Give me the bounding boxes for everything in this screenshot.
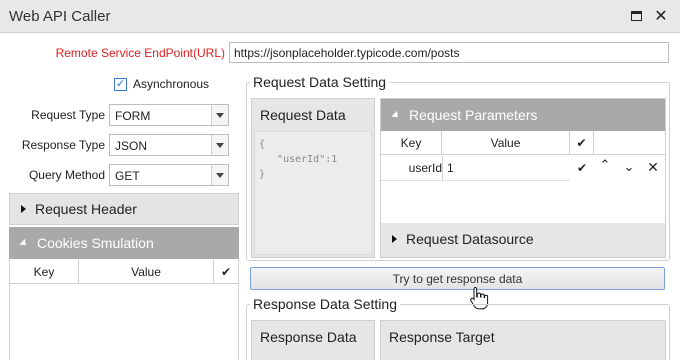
- param-key: userId: [408, 161, 442, 175]
- expand-icon: [21, 205, 26, 213]
- move-down-icon[interactable]: ⌄: [622, 159, 636, 174]
- collapse-icon: [391, 110, 401, 120]
- request-datasource-panel[interactable]: Request Datasource: [381, 223, 665, 255]
- endpoint-label: Remote Service EndPoint(URL): [55, 46, 225, 60]
- response-target-title: Response Target: [389, 329, 495, 345]
- chevron-down-icon[interactable]: [211, 135, 228, 155]
- confirm-icon[interactable]: ✔: [575, 161, 589, 175]
- query-method-label: Query Method: [28, 168, 105, 182]
- response-data-setting-title: Response Data Setting: [250, 296, 400, 312]
- move-up-icon[interactable]: ⌃: [598, 157, 612, 172]
- response-type-value: JSON: [115, 139, 148, 153]
- endpoint-url-input[interactable]: [229, 42, 669, 63]
- request-data-editor[interactable]: { "userId":1 }: [254, 131, 372, 255]
- request-type-label: Request Type: [31, 108, 105, 122]
- request-parameters-header[interactable]: Request Parameters: [381, 99, 665, 131]
- maximize-button[interactable]: [627, 7, 645, 25]
- param-value[interactable]: 1: [442, 156, 570, 180]
- response-target-panel: Response Target: [380, 320, 666, 360]
- response-data-panel: Response Data: [251, 320, 375, 360]
- column-key: Key: [381, 131, 442, 155]
- header-spacer: [594, 131, 665, 155]
- confirm-icon[interactable]: ✔: [570, 131, 594, 155]
- window-title: Web API Caller: [9, 8, 111, 25]
- request-parameters-title: Request Parameters: [409, 107, 538, 123]
- async-checkbox[interactable]: ✓: [114, 77, 127, 91]
- close-button[interactable]: ✕: [652, 7, 670, 25]
- async-option[interactable]: ✓ Asynchronous: [114, 77, 209, 91]
- request-header-title: Request Header: [35, 201, 137, 217]
- close-icon: ✕: [654, 8, 668, 25]
- expand-icon: [392, 235, 397, 243]
- cookies-panel[interactable]: Cookies Smulation: [9, 227, 239, 259]
- collapse-icon: [19, 238, 29, 248]
- delete-icon[interactable]: ✕: [646, 159, 660, 175]
- async-label: Asynchronous: [133, 77, 210, 91]
- cookies-title: Cookies Smulation: [37, 235, 154, 251]
- query-method-row: Query Method GET: [0, 164, 240, 186]
- column-value: Value: [79, 260, 214, 284]
- checkmark-icon: ✓: [115, 77, 126, 90]
- parameters-grid-header: Key Value ✔: [381, 131, 665, 155]
- request-data-setting-title: Request Data Setting: [250, 74, 390, 90]
- request-data-code: { "userId":1 }: [259, 139, 338, 180]
- response-data-title: Response Data: [260, 329, 357, 345]
- request-type-value: FORM: [115, 109, 151, 123]
- column-key: Key: [10, 260, 79, 284]
- query-method-value: GET: [115, 169, 140, 183]
- request-data-title: Request Data: [260, 107, 346, 123]
- query-method-select[interactable]: GET: [109, 164, 229, 186]
- request-datasource-title: Request Datasource: [406, 231, 534, 247]
- request-type-row: Request Type FORM: [0, 104, 240, 126]
- response-type-label: Response Type: [21, 138, 105, 152]
- request-header-panel[interactable]: Request Header: [9, 193, 239, 225]
- cookies-grid-header: Key Value ✔: [10, 260, 238, 284]
- title-bar: Web API Caller ✕: [0, 0, 680, 33]
- maximize-icon: [630, 11, 642, 21]
- request-data-panel: Request Data { "userId":1 }: [251, 98, 375, 258]
- column-value: Value: [442, 131, 570, 155]
- response-type-select[interactable]: JSON: [109, 134, 229, 156]
- confirm-icon[interactable]: ✔: [214, 260, 238, 284]
- table-row[interactable]: userId 1: [381, 156, 570, 181]
- response-type-row: Response Type JSON: [0, 134, 240, 156]
- try-get-response-button[interactable]: Try to get response data: [250, 267, 665, 290]
- chevron-down-icon[interactable]: [211, 105, 228, 125]
- request-type-select[interactable]: FORM: [109, 104, 229, 126]
- chevron-down-icon[interactable]: [211, 165, 228, 185]
